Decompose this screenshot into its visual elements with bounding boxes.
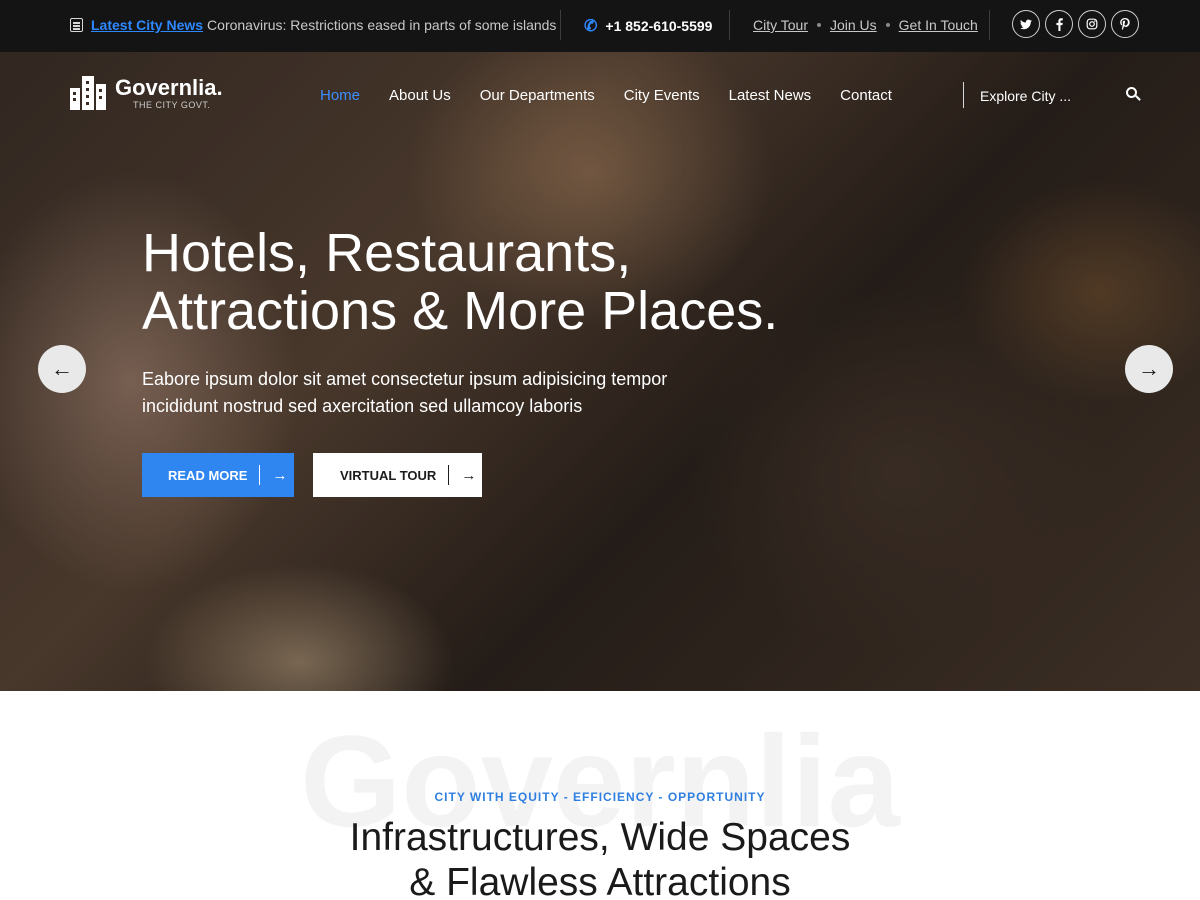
instagram-icon[interactable] (1078, 10, 1106, 38)
virtual-tour-label: VIRTUAL TOUR (340, 467, 437, 483)
button-divider (259, 465, 261, 485)
news-headline: Coronavirus: Restrictions eased in parts… (207, 17, 557, 33)
topbar-divider (989, 10, 990, 40)
nav-item-about-us[interactable]: About Us (389, 87, 451, 104)
title-line: Infrastructures, Wide Spaces (349, 816, 851, 859)
phone-contact[interactable]: ✆ +1 852-610-5599 (584, 16, 712, 36)
subtext-line: Eabore ipsum dolor sit amet consectetur … (142, 369, 668, 389)
hero-subtext: Eabore ipsum dolor sit amet consectetur … (142, 366, 762, 420)
get-in-touch-link[interactable]: Get In Touch (899, 17, 978, 33)
twitter-icon[interactable] (1012, 10, 1040, 38)
hero-headline: Hotels, Restaurants, Attractions & More … (142, 224, 942, 340)
nav-divider (963, 82, 964, 108)
arrow-right-icon: → (272, 466, 288, 484)
separator-dot (885, 23, 890, 27)
headline-line: Hotels, Restaurants, (142, 223, 632, 283)
hero-slider: Governlia. THE CITY GOVT. Home About Us … (0, 52, 1200, 691)
phone-number: +1 852-610-5599 (605, 18, 713, 34)
section-eyebrow: CITY WITH EQUITY - EFFICIENCY - OPPORTUN… (434, 790, 766, 804)
arrow-left-icon: ← (51, 356, 73, 381)
read-more-button[interactable]: READ MORE → (142, 453, 294, 497)
topbar-divider (729, 10, 730, 40)
building-icon (70, 76, 106, 110)
separator-dot (816, 23, 821, 27)
primary-menu: Home About Us Our Departments City Event… (320, 87, 892, 104)
nav-item-our-departments[interactable]: Our Departments (480, 87, 595, 104)
nav-item-latest-news[interactable]: Latest News (729, 87, 812, 104)
nav-item-city-events[interactable]: City Events (624, 87, 700, 104)
search-icon[interactable] (1126, 87, 1141, 101)
read-more-label: READ MORE (168, 467, 248, 483)
phone-icon: ✆ (584, 18, 598, 35)
facebook-icon[interactable] (1045, 10, 1073, 38)
site-logo[interactable]: Governlia. THE CITY GOVT. (70, 76, 223, 110)
join-us-link[interactable]: Join Us (830, 17, 877, 33)
newspaper-icon (70, 18, 83, 32)
topbar-links: City Tour Join Us Get In Touch (753, 17, 978, 33)
arrow-right-icon: → (1138, 356, 1160, 381)
latest-news-link[interactable]: Latest City News (91, 17, 203, 33)
top-bar: Latest City News Coronavirus: Restrictio… (0, 0, 1200, 52)
logo-tagline: THE CITY GOVT. (133, 100, 211, 110)
virtual-tour-button[interactable]: VIRTUAL TOUR → (313, 453, 482, 497)
main-navbar: Governlia. THE CITY GOVT. Home About Us … (0, 52, 1200, 142)
slider-prev-button[interactable]: ← (38, 345, 86, 393)
explore-city-dropdown[interactable]: Explore City ... (980, 88, 1071, 104)
logo-name: Governlia. (115, 75, 223, 100)
social-links (1012, 10, 1139, 38)
nav-item-home[interactable]: Home (320, 87, 360, 104)
subtext-line: incididunt nostrud sed axercitation sed … (142, 396, 583, 416)
city-tour-link[interactable]: City Tour (753, 17, 808, 33)
nav-item-contact[interactable]: Contact (840, 87, 892, 104)
title-line: & Flawless Attractions (409, 861, 791, 900)
section-title: Infrastructures, Wide Spaces & Flawless … (0, 815, 1200, 900)
topbar-divider (560, 10, 561, 40)
pinterest-icon[interactable] (1111, 10, 1139, 38)
arrow-right-icon: → (461, 466, 477, 484)
news-ticker: Latest City News Coronavirus: Restrictio… (70, 17, 556, 33)
headline-line: Attractions & More Places. (142, 281, 779, 341)
button-divider (448, 465, 450, 485)
slider-next-button[interactable]: → (1125, 345, 1173, 393)
intro-section: Governlia CITY WITH EQUITY - EFFICIENCY … (0, 691, 1200, 900)
